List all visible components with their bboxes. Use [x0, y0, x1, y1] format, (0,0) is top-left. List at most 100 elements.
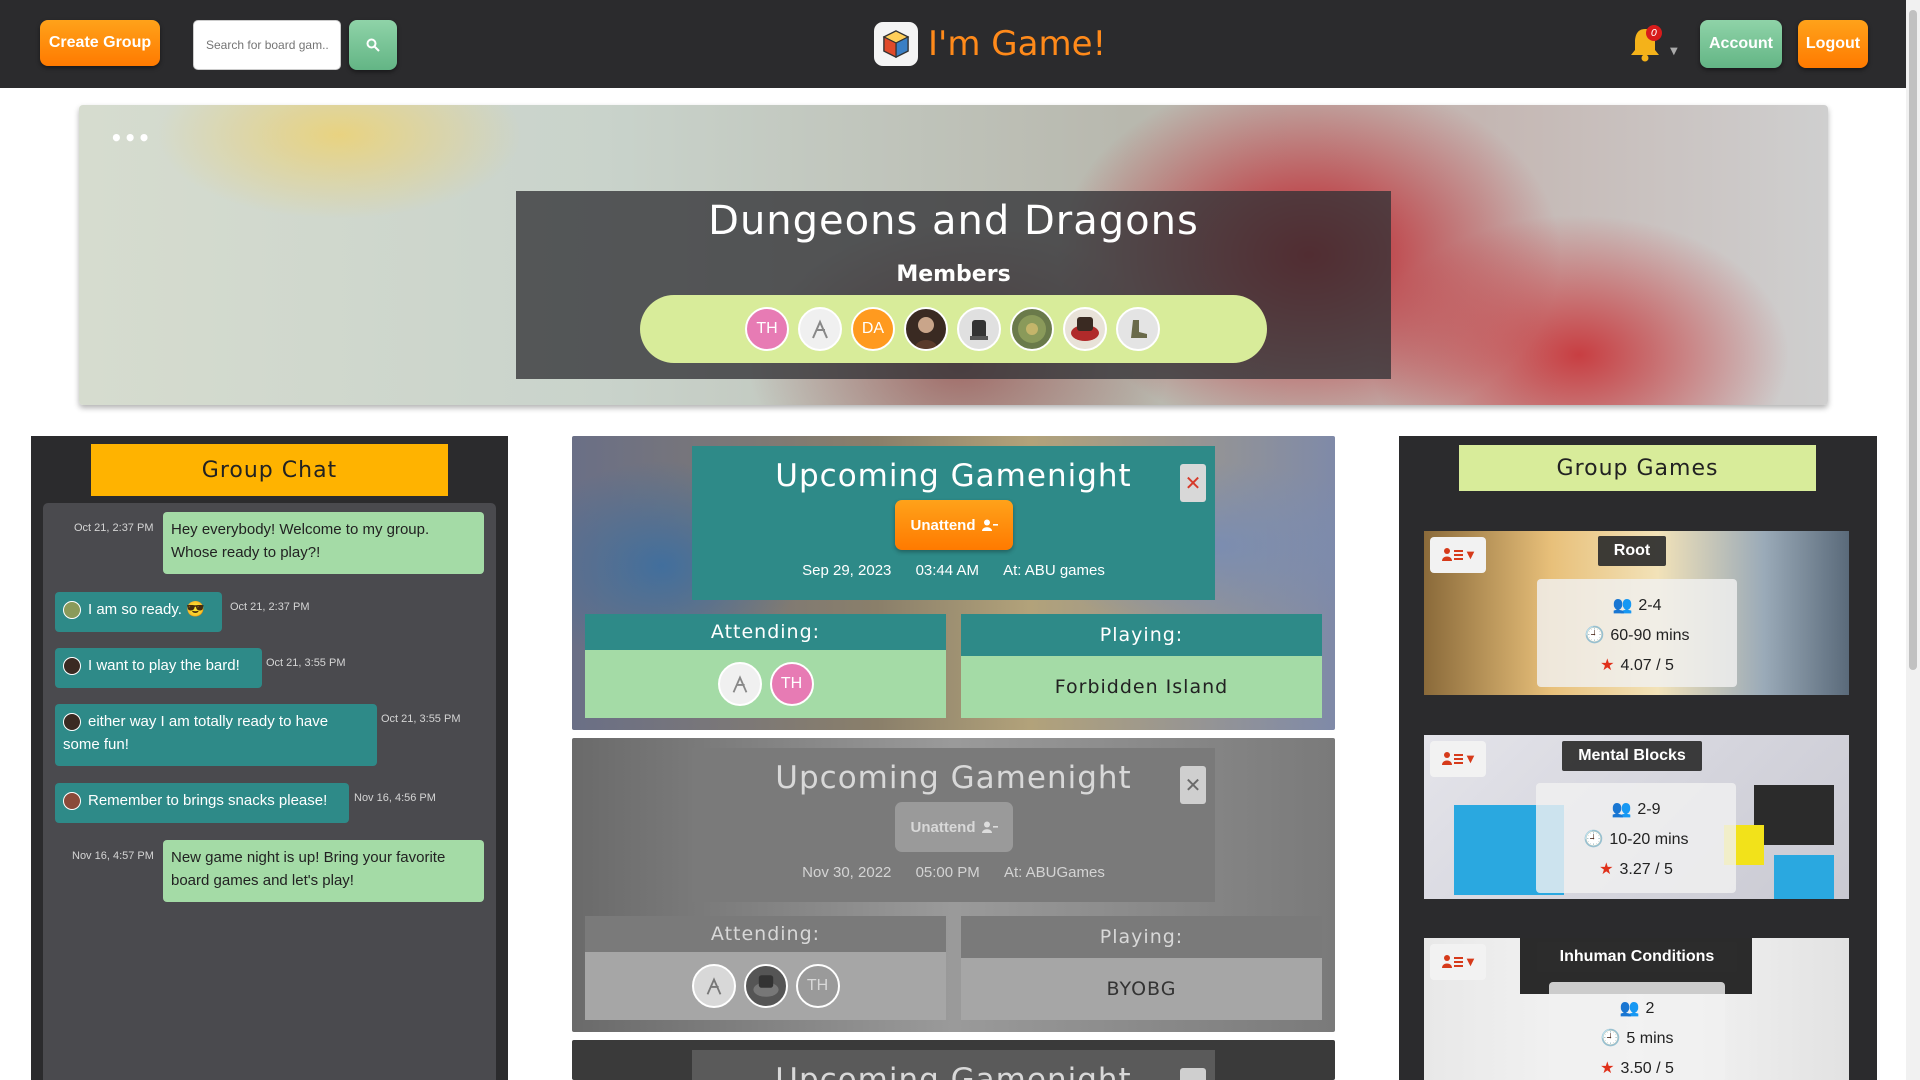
user-list-icon	[1441, 955, 1463, 968]
play-time: 10-20 mins	[1609, 831, 1689, 848]
star-icon: ★	[1599, 861, 1614, 878]
attending-label: Attending:	[585, 614, 946, 650]
message-time: Oct 21, 3:55 PM	[381, 713, 461, 725]
search-icon	[366, 38, 380, 52]
attendees-list: TH	[585, 952, 946, 1020]
member-avatar[interactable]	[1010, 307, 1054, 351]
message-text: Hey everybody! Welcome to my group.	[171, 521, 430, 538]
user-minus-icon	[981, 821, 998, 833]
app-title: I'm Game!	[928, 24, 1107, 64]
member-avatar[interactable]	[904, 307, 948, 351]
star-icon: ★	[1600, 1060, 1615, 1077]
create-group-button[interactable]: Create Group	[40, 20, 160, 66]
attendees-list: TH	[585, 650, 946, 718]
playing-game[interactable]: BYOBG	[961, 958, 1322, 1020]
group-games-title: Group Games	[1459, 445, 1816, 491]
game-options-button[interactable]: ▼	[1430, 741, 1486, 777]
message-text: New game night is up! Bring your favorit…	[171, 849, 446, 866]
message-time: Oct 21, 2:37 PM	[230, 601, 310, 613]
game-card[interactable]: ▼ Inhuman Conditions 👥 2 🕘 5 mins ★ 3.50 / …	[1424, 938, 1849, 1080]
app-logo[interactable]: I'm Game!	[874, 22, 1106, 66]
member-avatar[interactable]	[957, 307, 1001, 351]
chat-message: I am so ready. 😎	[55, 592, 222, 632]
gamenight-time: 05:00 PM	[915, 864, 980, 881]
player-count: 2	[1645, 1000, 1655, 1017]
notification-count-badge: 0	[1646, 25, 1662, 41]
gamenight-date: Nov 30, 2022	[802, 864, 892, 881]
gamenight-location: At: ABUGames	[1003, 864, 1105, 881]
unattend-button[interactable]: Unattend	[895, 802, 1013, 852]
game-art-block	[1774, 855, 1834, 899]
attendee-avatar[interactable]: TH	[769, 662, 814, 706]
game-art-block	[1754, 785, 1834, 845]
chat-message: New game night is up! Bring your favorit…	[163, 840, 484, 902]
playing-game[interactable]: Forbidden Island	[961, 656, 1322, 718]
gamenight-title: Upcoming Gamenight	[775, 760, 1132, 796]
user-minus-icon	[981, 519, 998, 531]
member-avatar[interactable]	[1116, 307, 1160, 351]
attendee-avatar[interactable]	[743, 964, 788, 1008]
close-icon[interactable]: ✕	[1180, 464, 1206, 502]
clock-icon: 🕘	[1584, 627, 1605, 644]
message-text: I want to play the bard!	[88, 657, 240, 674]
search-button[interactable]	[349, 20, 397, 70]
unattend-button[interactable]: Unattend	[895, 500, 1013, 550]
members-label: Members	[896, 262, 1011, 287]
game-stats: 👥 2-4 🕘 60-90 mins ★ 4.07 / 5	[1537, 579, 1737, 687]
message-time: Nov 16, 4:57 PM	[72, 850, 154, 862]
chat-message: Remember to brings snacks please!	[55, 783, 349, 823]
gamenight-title: Upcoming Gamenight	[775, 458, 1132, 494]
game-stats: 👥 2-9 🕘 10-20 mins ★ 3.27 / 5	[1536, 783, 1736, 893]
sender-avatar	[63, 792, 81, 810]
member-avatar[interactable]: DA	[851, 307, 895, 351]
star-icon: ★	[1600, 657, 1615, 674]
search-input[interactable]	[193, 20, 341, 70]
game-stats: 👥 2 🕘 5 mins ★ 3.50 / 5	[1549, 982, 1725, 1080]
member-avatar[interactable]: TH	[745, 307, 789, 351]
clock-icon: 🕘	[1600, 1030, 1621, 1047]
logout-button[interactable]: Logout	[1798, 20, 1868, 68]
message-time: Oct 21, 2:37 PM	[74, 522, 154, 534]
attendee-avatar[interactable]: TH	[795, 964, 840, 1008]
close-icon[interactable]: ✕	[1180, 766, 1206, 804]
gamenight-title: Upcoming Gamenight	[775, 1062, 1132, 1080]
message-text: I am so ready. 😎	[88, 601, 205, 618]
gamenight-header: Upcoming Gamenight ✕	[692, 1050, 1215, 1080]
sender-avatar	[63, 601, 81, 619]
attendee-avatar[interactable]	[691, 964, 736, 1008]
chat-message: I want to play the bard!	[55, 648, 262, 688]
member-avatar[interactable]	[1063, 307, 1107, 351]
users-icon: 👥	[1612, 597, 1633, 614]
page-scrollbar-thumb[interactable]	[1909, 10, 1917, 670]
member-avatar[interactable]	[798, 307, 842, 351]
game-card[interactable]: ▼ Mental Blocks 👥 2-9 🕘 10-20 mins ★ 3.27 /…	[1424, 735, 1849, 899]
chevron-down-icon[interactable]: ▼	[1670, 46, 1678, 57]
chat-message: either way I am totally ready to have so…	[55, 704, 377, 766]
unattend-label: Unattend	[910, 818, 976, 836]
play-time: 60-90 mins	[1610, 627, 1690, 644]
users-icon: 👥	[1619, 1000, 1640, 1017]
player-count: 2-4	[1638, 597, 1662, 614]
gamenight-details: Sep 29, 2023 03:44 AM At: ABU games	[692, 562, 1215, 579]
message-time: Nov 16, 4:56 PM	[354, 792, 436, 804]
user-list-icon	[1441, 548, 1463, 561]
dice-logo-icon	[874, 22, 918, 66]
gamenight-details: Nov 30, 2022 05:00 PM At: ABUGames	[692, 864, 1215, 881]
game-name: Root	[1598, 536, 1666, 566]
playing-label: Playing:	[961, 614, 1322, 656]
chevron-down-icon: ▼	[1466, 956, 1475, 968]
sender-avatar	[63, 657, 81, 675]
close-icon[interactable]: ✕	[1180, 1068, 1206, 1080]
account-button[interactable]: Account	[1700, 20, 1782, 68]
game-card[interactable]: ▼ Root 👥 2-4 🕘 60-90 mins ★ 4.07 / 5	[1424, 531, 1849, 695]
game-name: Inhuman Conditions	[1537, 942, 1737, 972]
attending-label: Attending:	[585, 916, 946, 952]
game-options-button[interactable]: ▼	[1430, 537, 1486, 573]
attendee-avatar[interactable]	[717, 662, 762, 706]
play-time: 5 mins	[1626, 1030, 1674, 1047]
group-options-icon[interactable]: •••	[110, 126, 151, 150]
message-text: Remember to brings snacks please!	[88, 792, 328, 809]
game-options-button[interactable]: ▼	[1430, 944, 1486, 980]
unattend-label: Unattend	[910, 516, 976, 534]
members-list	[640, 295, 1267, 363]
